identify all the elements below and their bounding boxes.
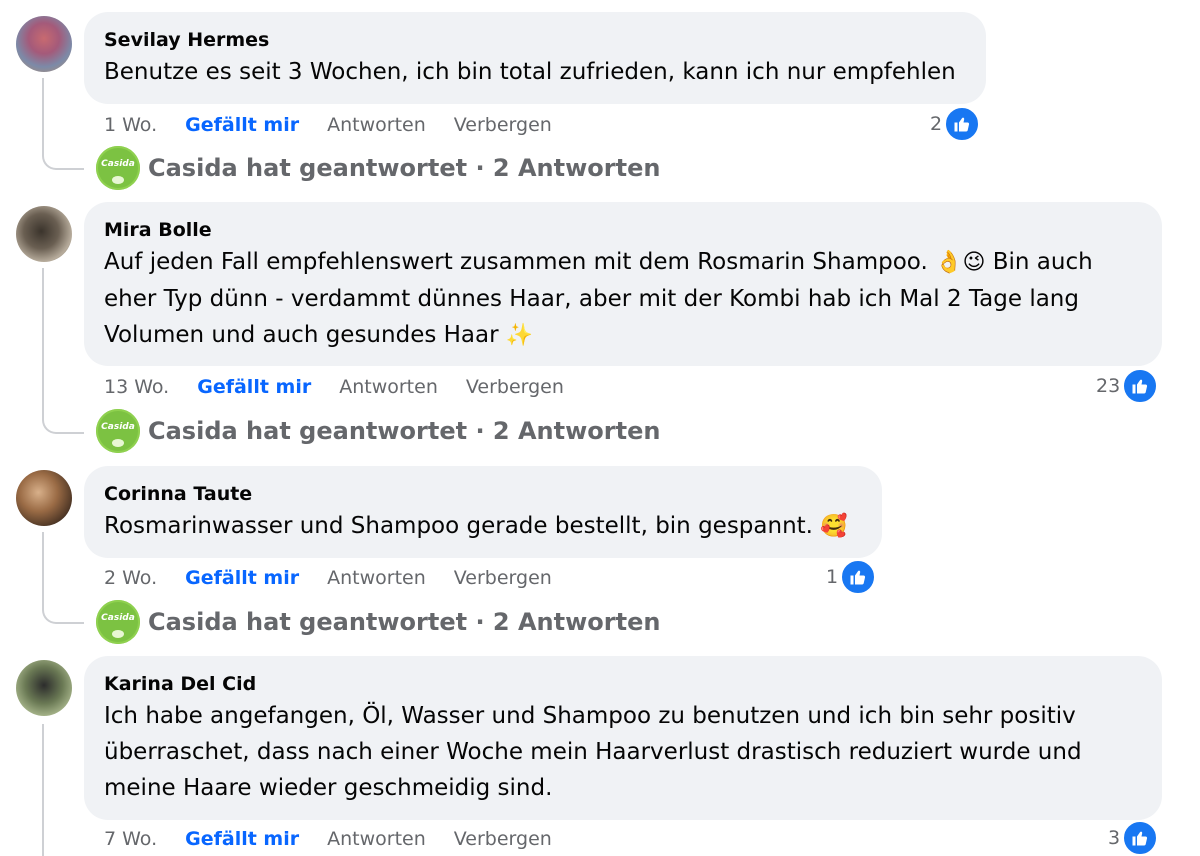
like-button[interactable]: Gefällt mir — [197, 376, 311, 398]
casida-logo: Casida — [96, 600, 140, 644]
reaction-count: 1 — [826, 566, 839, 588]
hide-button[interactable]: Verbergen — [466, 376, 564, 398]
comment-timestamp[interactable]: 2 Wo. — [104, 567, 157, 589]
comment-author[interactable]: Corinna Taute — [104, 482, 862, 506]
reaction-summary[interactable]: 23 — [1096, 368, 1159, 404]
reaction-summary[interactable]: 3 — [1108, 820, 1159, 856]
reply-button[interactable]: Antworten — [327, 114, 426, 136]
comment-text: Benutze es seit 3 Wochen, ich bin total … — [104, 59, 956, 85]
reaction-summary[interactable]: 2 — [930, 106, 981, 142]
reply-button[interactable]: Antworten — [327, 567, 426, 589]
comment-actions: 7 Wo. Gefällt mir Antworten Verbergen — [104, 828, 580, 850]
reply-summary[interactable]: Casida hat geantwortet · 2 Antworten — [148, 608, 660, 636]
ok-hand-emoji: 👌 — [935, 250, 963, 275]
avatar[interactable] — [16, 16, 72, 72]
comment-actions: 13 Wo. Gefällt mir Antworten Verbergen — [104, 376, 592, 398]
hide-button[interactable]: Verbergen — [454, 114, 552, 136]
hide-button[interactable]: Verbergen — [454, 567, 552, 589]
avatar[interactable] — [16, 206, 72, 262]
comment-bubble: Karina Del Cid Ich habe angefangen, Öl, … — [84, 656, 1162, 820]
comment-author[interactable]: Karina Del Cid — [104, 672, 1142, 696]
casida-logo: Casida — [96, 146, 140, 190]
comment-timestamp[interactable]: 1 Wo. — [104, 114, 157, 136]
view-replies-link[interactable]: Casida Casida hat geantwortet · 2 Antwor… — [96, 409, 660, 453]
comment-timestamp[interactable]: 7 Wo. — [104, 828, 157, 850]
sparkles-emoji: ✨ — [505, 323, 534, 348]
like-thumb-icon — [1122, 820, 1159, 856]
thread-line — [42, 268, 44, 408]
comment-bubble: Corinna Taute Rosmarinwasser und Shampoo… — [84, 466, 882, 558]
comment-text: Auf jeden Fall empfehlenswert zusammen m… — [104, 244, 1142, 354]
reply-summary[interactable]: Casida hat geantwortet · 2 Antworten — [148, 417, 660, 445]
comment-timestamp[interactable]: 13 Wo. — [104, 376, 169, 398]
like-button[interactable]: Gefällt mir — [185, 114, 299, 136]
reply-button[interactable]: Antworten — [339, 376, 438, 398]
reaction-summary[interactable]: 1 — [826, 559, 877, 595]
wink-emoji: 😉 — [962, 250, 986, 275]
like-thumb-icon — [840, 559, 877, 595]
view-replies-link[interactable]: Casida Casida hat geantwortet · 2 Antwor… — [96, 146, 660, 190]
comment-actions: 2 Wo. Gefällt mir Antworten Verbergen — [104, 567, 580, 589]
reply-summary[interactable]: Casida hat geantwortet · 2 Antworten — [148, 154, 660, 182]
avatar[interactable] — [16, 660, 72, 716]
reaction-count: 2 — [930, 113, 943, 135]
like-button[interactable]: Gefällt mir — [185, 828, 299, 850]
thread-connector — [42, 598, 84, 624]
comment-author[interactable]: Sevilay Hermes — [104, 28, 966, 52]
reaction-count: 3 — [1108, 827, 1121, 849]
smiling-hearts-emoji: 🥰 — [820, 514, 848, 539]
comment-text: Rosmarinwasser und Shampoo gerade bestel… — [104, 508, 862, 545]
comment-author[interactable]: Mira Bolle — [104, 218, 1142, 242]
thread-connector — [42, 144, 84, 170]
comment-bubble: Mira Bolle Auf jeden Fall empfehlenswert… — [84, 202, 1162, 366]
thread-line — [42, 532, 44, 598]
thread-connector — [42, 408, 84, 434]
thread-line — [42, 78, 44, 144]
view-replies-link[interactable]: Casida Casida hat geantwortet · 2 Antwor… — [96, 600, 660, 644]
comment-bubble: Sevilay Hermes Benutze es seit 3 Wochen,… — [84, 12, 986, 104]
like-thumb-icon — [1122, 368, 1159, 404]
comment-text: Ich habe angefangen, Öl, Wasser und Sham… — [104, 703, 1089, 801]
reply-button[interactable]: Antworten — [327, 828, 426, 850]
like-button[interactable]: Gefällt mir — [185, 567, 299, 589]
like-thumb-icon — [944, 106, 981, 142]
hide-button[interactable]: Verbergen — [454, 828, 552, 850]
avatar[interactable] — [16, 470, 72, 526]
reaction-count: 23 — [1096, 375, 1121, 397]
casida-logo: Casida — [96, 409, 140, 453]
comment-actions: 1 Wo. Gefällt mir Antworten Verbergen — [104, 114, 580, 136]
thread-line — [42, 724, 44, 856]
